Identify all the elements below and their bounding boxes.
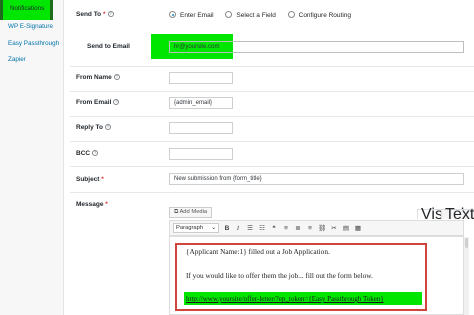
radio-icon[interactable] bbox=[225, 11, 233, 18]
italic-button[interactable]: I bbox=[234, 224, 242, 233]
divider bbox=[70, 116, 474, 117]
chevron-down-icon: ⌄ bbox=[211, 225, 216, 231]
sidebar-item-easy-passthrough[interactable]: Easy Passthrough bbox=[0, 40, 64, 47]
reply-to-input[interactable] bbox=[169, 122, 233, 134]
align-right-button[interactable]: ≡ bbox=[306, 224, 314, 233]
numbered-list-button[interactable]: ☷ bbox=[258, 224, 266, 233]
radio-checked-icon[interactable] bbox=[169, 11, 176, 18]
bullet-list-button[interactable]: ☰ bbox=[246, 224, 254, 233]
help-icon[interactable]: ? bbox=[92, 150, 99, 156]
editor-scrollbar-thumb[interactable] bbox=[465, 238, 468, 248]
send-to-email-input[interactable]: hr@yoursite.com bbox=[169, 41, 464, 53]
bcc-input[interactable] bbox=[169, 148, 233, 160]
message-line-2: If you would like to offer them the job.… bbox=[186, 271, 373, 280]
sidebar-item-wp-e-signature[interactable]: WP E-Signature bbox=[0, 23, 64, 30]
add-media-button[interactable]: ⧉ Add Media bbox=[169, 207, 213, 218]
help-icon[interactable]: ? bbox=[113, 99, 120, 105]
send-to-label: Send To *? bbox=[76, 11, 114, 18]
editor-scrollbar[interactable] bbox=[464, 237, 469, 315]
help-icon[interactable]: ? bbox=[113, 74, 120, 80]
from-email-input[interactable]: {admin_email} bbox=[169, 97, 233, 109]
reply-to-label: Reply To? bbox=[76, 124, 111, 131]
radio-select-field[interactable]: Select a Field bbox=[225, 11, 276, 19]
divider bbox=[70, 166, 474, 167]
divider bbox=[70, 192, 474, 193]
help-icon[interactable]: ? bbox=[104, 124, 111, 130]
bcc-label: BCC? bbox=[76, 150, 99, 157]
radio-enter-email[interactable]: Enter Email bbox=[169, 11, 214, 19]
format-select[interactable]: Paragraph ⌄ bbox=[173, 223, 219, 233]
editor-toolbar: Paragraph ⌄ B I ☰ ☷ ❝ ≡ ≣ ≡ ⛓ ✂ ▤ ▦ bbox=[169, 220, 464, 236]
toolbar-toggle-button[interactable]: ▦ bbox=[354, 224, 362, 233]
settings-sidebar: Notifications WP E-Signature Easy Passth… bbox=[0, 0, 64, 315]
divider bbox=[70, 141, 474, 142]
notification-settings-panel: Send To *? Enter Email Select a Field Co… bbox=[64, 0, 474, 315]
align-center-button[interactable]: ≣ bbox=[294, 224, 302, 233]
subject-label: Subject * bbox=[76, 176, 104, 183]
link-button[interactable]: ⛓ bbox=[318, 224, 326, 233]
from-name-input[interactable] bbox=[169, 72, 233, 84]
bold-button[interactable]: B bbox=[223, 224, 231, 233]
radio-icon[interactable] bbox=[287, 11, 295, 18]
divider bbox=[70, 91, 474, 92]
send-to-options: Enter Email Select a Field Configure Rou… bbox=[169, 11, 361, 19]
sidebar-item-zapier[interactable]: Zapier bbox=[0, 56, 64, 63]
message-line-1: {Applicant Name:1} filled out a Job Appl… bbox=[186, 247, 330, 256]
help-icon[interactable]: ? bbox=[107, 11, 114, 17]
blockquote-button[interactable]: ❝ bbox=[270, 224, 278, 233]
radio-configure-routing[interactable]: Configure Routing bbox=[287, 11, 351, 19]
read-more-button[interactable]: ▤ bbox=[342, 224, 350, 233]
send-to-email-label: Send to Email bbox=[87, 43, 130, 50]
subject-input[interactable]: New submission from {form_title} bbox=[169, 173, 464, 185]
from-email-label: From Email? bbox=[76, 99, 120, 106]
sidebar-item-notifications[interactable]: Notifications bbox=[0, 0, 53, 20]
divider bbox=[70, 66, 474, 67]
from-name-label: From Name? bbox=[76, 74, 120, 81]
tab-text[interactable]: Text bbox=[441, 207, 474, 223]
message-link[interactable]: http://www.yoursite/offer-letter/?ep_tok… bbox=[186, 295, 384, 303]
unlink-button[interactable]: ✂ bbox=[330, 224, 338, 233]
message-label: Message * bbox=[76, 201, 108, 208]
align-left-button[interactable]: ≡ bbox=[282, 224, 290, 233]
